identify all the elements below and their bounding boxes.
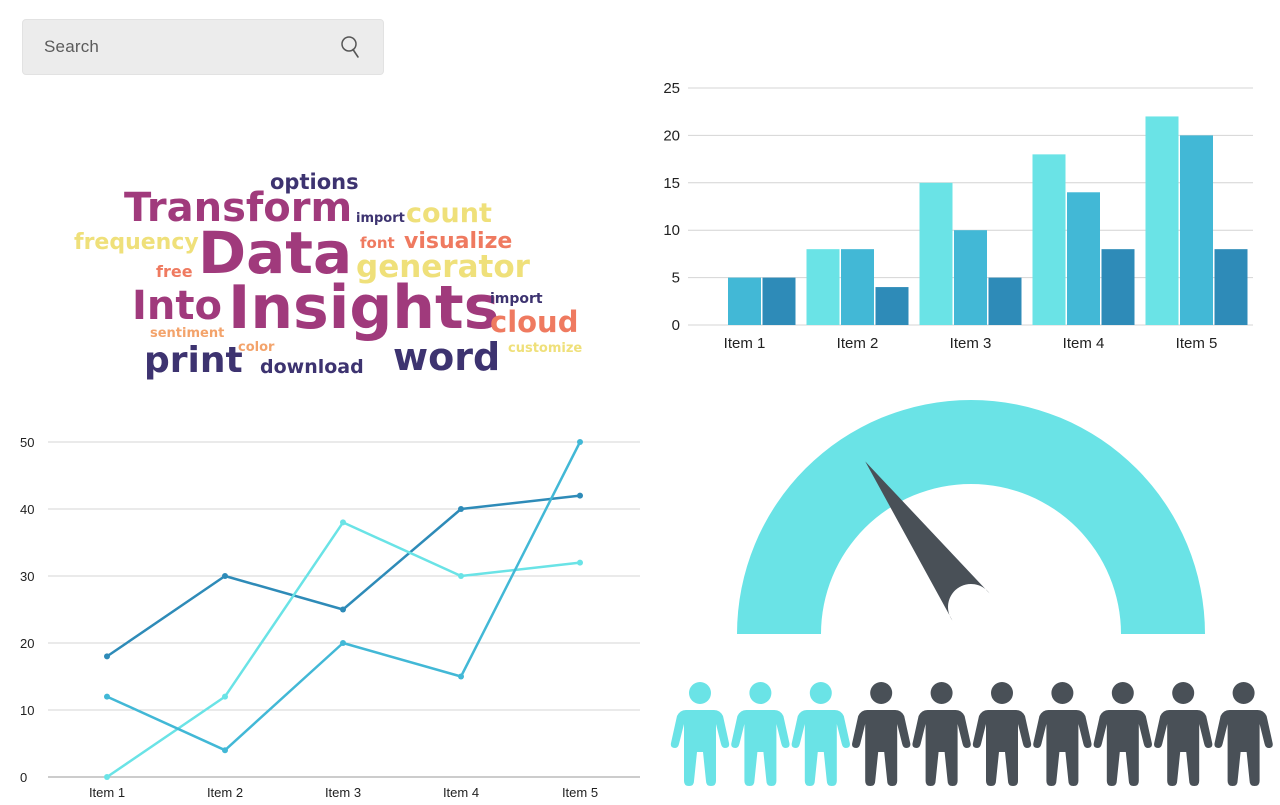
word-cloud-word: color (238, 340, 275, 355)
line-y-tick-label: 20 (20, 636, 34, 651)
word-cloud-word: customize (508, 341, 583, 356)
person-icon (1093, 682, 1152, 786)
bar-series-3-bar (1101, 249, 1135, 325)
people-pictogram (670, 682, 1273, 786)
bar-y-tick-label: 5 (672, 270, 680, 287)
bar-series-2-bar (954, 230, 987, 325)
bar-series-3-bar (988, 277, 1022, 325)
line-y-tick-label: 10 (20, 703, 34, 718)
bar-series-3-bar (875, 287, 909, 325)
person-icon (1154, 682, 1213, 786)
word-cloud: options Transform import count frequency Data… (60, 160, 620, 400)
line-x-tick-label: Item 4 (443, 785, 479, 800)
line-series-2 (106, 521, 581, 779)
bar-series-2-bar (841, 249, 874, 325)
line-x-tick-label: Item 3 (325, 785, 361, 800)
line-series-2-point (104, 774, 110, 780)
bar-series-2-bar (1180, 135, 1213, 325)
bar-series-3-bar (1214, 249, 1248, 325)
line-x-tick-label: Item 5 (562, 785, 598, 800)
person-icon (1033, 682, 1092, 786)
line-series-1-point (104, 653, 110, 660)
bar-x-tick-label: Item 3 (950, 335, 992, 352)
line-y-tick-label: 30 (20, 569, 34, 584)
person-icon (1214, 682, 1273, 786)
line-series-2-point (340, 519, 346, 526)
line-series-3-point (340, 640, 346, 646)
line-x-tick-label: Item 1 (89, 785, 125, 800)
line-x-tick-label: Item 2 (207, 785, 243, 800)
line-y-tick-label: 0 (20, 770, 27, 785)
word-cloud-word: count (406, 198, 492, 229)
line-series-3-point (577, 439, 583, 445)
line-y-tick-label: 40 (20, 502, 34, 517)
search-icon[interactable] (339, 35, 361, 59)
gauge-arc (737, 400, 1205, 634)
bar-x-tick-label: Item 2 (837, 335, 879, 352)
search-input[interactable]: Search (22, 19, 384, 75)
bar-series-1-bar (806, 249, 840, 325)
line-series-2-point (458, 573, 464, 579)
line-series-3 (106, 441, 582, 752)
word-cloud-word: Into (132, 283, 222, 329)
line-series-3-point (104, 693, 110, 700)
word-cloud-word: download (260, 356, 364, 378)
word-cloud-word: frequency (74, 230, 199, 255)
line-series-1-point (458, 506, 464, 512)
person-icon (670, 682, 730, 786)
line-series-1-point (577, 492, 583, 499)
line-series-3-point (458, 673, 464, 680)
bar-series-2-bar (728, 277, 761, 325)
bar-y-tick-label: 15 (663, 175, 680, 192)
line-series-1-point (222, 573, 228, 579)
bar-series-1-bar (1032, 154, 1066, 325)
bar-series-3-bar (762, 277, 796, 325)
person-icon (791, 682, 850, 786)
person-icon (972, 682, 1032, 786)
line-series-2-point (222, 693, 228, 700)
word-cloud-word: import (356, 211, 405, 226)
bar-x-tick-label: Item 1 (724, 335, 766, 352)
person-icon (731, 682, 790, 786)
word-cloud-word: print (144, 340, 243, 381)
bar-y-tick-label: 0 (672, 317, 680, 334)
bar-y-tick-label: 10 (663, 222, 680, 239)
bar-y-tick-label: 25 (663, 80, 680, 97)
bar-y-tick-label: 20 (663, 127, 680, 144)
search-placeholder: Search (44, 37, 100, 56)
line-series-1-point (340, 606, 346, 613)
person-icon (852, 682, 911, 786)
word-cloud-word: sentiment (150, 326, 225, 341)
line-series-2-point (577, 559, 583, 566)
word-cloud-word: word (393, 335, 501, 379)
bar-x-tick-label: Item 5 (1176, 335, 1218, 352)
line-series-3-point (222, 747, 228, 754)
word-cloud-word: free (156, 262, 193, 281)
word-cloud-word: Insights (228, 273, 500, 343)
word-cloud-word: cloud (490, 305, 579, 339)
line-chart: 0 10 20 30 40 50 Item 1 Item 2 Item 3 Item 4 Item … (20, 435, 640, 800)
bar-series-2-bar (1067, 192, 1100, 325)
bar-series-1-bar (919, 182, 953, 325)
person-icon (912, 682, 971, 786)
bar-chart: 0 5 10 15 20 25 Item 1 Item 2 Item 3 Item 4 Item 5 (663, 80, 1253, 352)
gauge-chart (737, 400, 1205, 634)
bar-series-1-bar (1145, 116, 1179, 325)
line-y-tick-label: 50 (20, 435, 34, 450)
bar-x-tick-label: Item 4 (1063, 335, 1105, 352)
word-cloud-word: import (490, 291, 543, 307)
